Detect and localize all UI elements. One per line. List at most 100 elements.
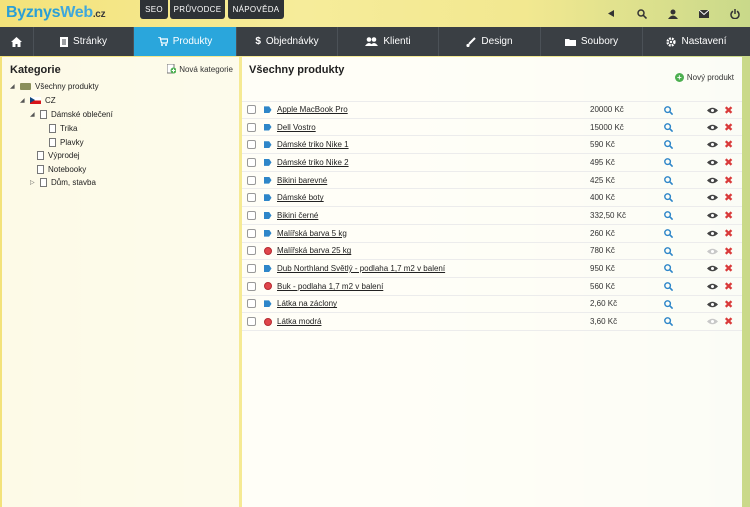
collapsed-arrow-icon[interactable]: ▷ xyxy=(30,179,36,186)
product-name-link[interactable]: Buk - podlaha 1,7 m2 v balení xyxy=(277,282,383,291)
table-row[interactable]: Malířská barva 5 kg 260 Kč ✖ xyxy=(242,225,742,243)
table-row[interactable]: Dámské triko Nike 1 590 Kč ✖ xyxy=(242,136,742,155)
visibility-eye-icon[interactable] xyxy=(707,141,718,148)
delete-icon[interactable]: ✖ xyxy=(724,262,733,275)
row-checkbox[interactable] xyxy=(247,193,256,203)
user-icon[interactable] xyxy=(657,0,688,27)
power-icon[interactable] xyxy=(719,0,750,27)
visibility-eye-icon[interactable] xyxy=(707,124,718,131)
table-row[interactable]: Bikini černé 332,50 Kč ✖ xyxy=(242,207,742,225)
table-row[interactable]: Dub Northland Světlý - podlaha 1,7 m2 v … xyxy=(242,260,742,278)
search-icon[interactable] xyxy=(664,158,673,168)
product-name-link[interactable]: Dámské triko Nike 1 xyxy=(277,140,349,149)
tree-node-womens-clothing[interactable]: ◢ Dámské oblečení xyxy=(30,110,113,119)
delete-icon[interactable]: ✖ xyxy=(724,245,733,258)
search-icon[interactable] xyxy=(664,175,673,185)
table-row[interactable]: Dámské triko Nike 2 495 Kč ✖ xyxy=(242,154,742,172)
tree-node-all-products[interactable]: ◢ Všechny produkty xyxy=(10,82,99,91)
help-button[interactable]: NÁPOVĚDA xyxy=(228,0,284,19)
search-icon[interactable] xyxy=(664,228,673,238)
logo[interactable]: ByznysWeb.cz xyxy=(6,4,106,22)
nav-item-settings[interactable]: Nastavení xyxy=(643,27,750,56)
visibility-eye-icon[interactable] xyxy=(707,159,718,166)
visibility-eye-icon[interactable] xyxy=(707,318,718,325)
table-row[interactable]: Látka modrá 3,60 Kč ✖ xyxy=(242,313,742,331)
nav-item-files[interactable]: Soubory xyxy=(541,27,643,56)
row-checkbox[interactable] xyxy=(247,157,256,167)
product-name-link[interactable]: Látka modrá xyxy=(277,317,321,326)
product-name-link[interactable]: Dámské triko Nike 2 xyxy=(277,158,349,167)
visibility-eye-icon[interactable] xyxy=(707,283,718,290)
visibility-eye-icon[interactable] xyxy=(707,230,718,237)
row-checkbox[interactable] xyxy=(247,228,256,238)
delete-icon[interactable]: ✖ xyxy=(724,174,733,187)
delete-icon[interactable]: ✖ xyxy=(724,104,733,117)
product-name-link[interactable]: Malířská barva 25 kg xyxy=(277,246,351,255)
nav-item-orders[interactable]: $ Objednávky xyxy=(237,27,338,56)
delete-icon[interactable]: ✖ xyxy=(724,138,733,151)
search-icon[interactable] xyxy=(664,246,673,256)
search-icon[interactable] xyxy=(664,122,673,132)
search-icon[interactable] xyxy=(664,106,673,115)
search-icon[interactable] xyxy=(664,264,673,274)
table-row[interactable]: Buk - podlaha 1,7 m2 v balení 560 Kč ✖ xyxy=(242,278,742,296)
row-checkbox[interactable] xyxy=(247,140,256,150)
new-product-button[interactable]: + Nový produkt xyxy=(674,73,734,82)
table-row[interactable]: Bikini barevné 425 Kč ✖ xyxy=(242,172,742,190)
delete-icon[interactable]: ✖ xyxy=(724,315,733,328)
tree-node-sale[interactable]: Výprodej xyxy=(37,151,80,160)
delete-icon[interactable]: ✖ xyxy=(724,209,733,222)
row-checkbox[interactable] xyxy=(247,210,256,220)
product-name-link[interactable]: Apple MacBook Pro xyxy=(277,105,348,114)
expand-icon[interactable]: ◢ xyxy=(20,97,26,104)
delete-icon[interactable]: ✖ xyxy=(724,280,733,293)
search-icon[interactable] xyxy=(664,140,673,150)
table-row[interactable]: Dell Vostro 15000 Kč ✖ xyxy=(242,119,742,137)
expand-icon[interactable]: ◢ xyxy=(10,83,16,90)
delete-icon[interactable]: ✖ xyxy=(724,156,733,169)
search-icon[interactable] xyxy=(664,281,673,291)
search-icon[interactable] xyxy=(664,211,673,221)
mail-icon[interactable] xyxy=(688,0,719,27)
search-icon[interactable] xyxy=(664,317,673,327)
collapse-icon[interactable] xyxy=(595,0,626,27)
row-checkbox[interactable] xyxy=(247,317,256,327)
row-checkbox[interactable] xyxy=(247,299,256,309)
table-row[interactable]: Látka na záclony 2,60 Kč ✖ xyxy=(242,296,742,314)
visibility-eye-icon[interactable] xyxy=(707,265,718,272)
row-checkbox[interactable] xyxy=(247,175,256,185)
visibility-eye-icon[interactable] xyxy=(707,301,718,308)
search-icon[interactable] xyxy=(664,299,673,309)
row-checkbox[interactable] xyxy=(247,264,256,274)
tree-node-tshirts[interactable]: Trika xyxy=(49,124,77,133)
product-name-link[interactable]: Bikini barevné xyxy=(277,176,327,185)
product-name-link[interactable]: Dub Northland Světlý - podlaha 1,7 m2 v … xyxy=(277,264,445,273)
visibility-eye-icon[interactable] xyxy=(707,177,718,184)
expand-icon[interactable]: ◢ xyxy=(30,111,36,118)
table-row[interactable]: Dámské boty 400 Kč ✖ xyxy=(242,189,742,208)
delete-icon[interactable]: ✖ xyxy=(724,121,733,134)
product-name-link[interactable]: Látka na záclony xyxy=(277,299,337,308)
row-checkbox[interactable] xyxy=(247,281,256,291)
row-checkbox[interactable] xyxy=(247,246,256,256)
seo-button[interactable]: SEO xyxy=(140,0,168,19)
guide-button[interactable]: PRŮVODCE xyxy=(170,0,225,19)
tree-node-cz[interactable]: ◢ CZ xyxy=(20,96,56,105)
nav-item-design[interactable]: Design xyxy=(439,27,541,56)
product-name-link[interactable]: Dámské boty xyxy=(277,193,324,202)
product-name-link[interactable]: Dell Vostro xyxy=(277,123,316,132)
table-row[interactable]: Malířská barva 25 kg 780 Kč ✖ xyxy=(242,243,742,261)
row-checkbox[interactable] xyxy=(247,105,256,115)
tree-node-home-building[interactable]: ▷ Dům, stavba xyxy=(30,178,96,187)
visibility-eye-icon[interactable] xyxy=(707,248,718,255)
row-checkbox[interactable] xyxy=(247,122,256,132)
search-icon[interactable] xyxy=(664,193,673,203)
delete-icon[interactable]: ✖ xyxy=(724,227,733,240)
tree-node-notebooks[interactable]: Notebooky xyxy=(37,165,86,174)
nav-item-pages[interactable]: Stránky xyxy=(34,27,134,56)
delete-icon[interactable]: ✖ xyxy=(724,191,733,204)
visibility-eye-icon[interactable] xyxy=(707,212,718,219)
product-name-link[interactable]: Malířská barva 5 kg xyxy=(277,229,347,238)
new-category-button[interactable]: Nová kategorie xyxy=(167,64,233,74)
nav-item-clients[interactable]: Klienti xyxy=(338,27,439,56)
